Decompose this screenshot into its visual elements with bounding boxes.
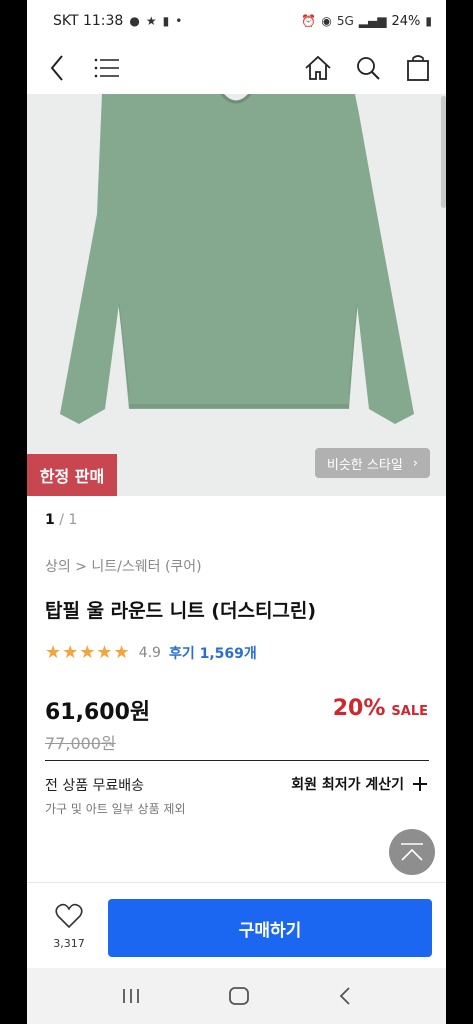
sweater-image xyxy=(27,94,446,496)
like-count: 3,317 xyxy=(53,937,85,950)
rating-value: 4.9 xyxy=(138,644,161,661)
shipping-title: 전 상품 무료배송 xyxy=(45,778,145,794)
home-nav-icon[interactable] xyxy=(228,986,250,1006)
rating-stars-icon: ★★★★★ xyxy=(45,642,131,663)
sale-label: SALE xyxy=(391,704,428,719)
pager-separator: / xyxy=(54,512,69,528)
dot-icon: • xyxy=(175,14,183,28)
scroll-top-button[interactable] xyxy=(389,829,435,875)
pager-current: 1 xyxy=(45,512,55,528)
app-bar xyxy=(27,42,446,94)
limited-sale-badge: 한정 판매 xyxy=(27,454,117,496)
member-price-calculator-button[interactable]: 회원 최저가 계산기 xyxy=(291,774,428,794)
system-navigation-bar xyxy=(27,968,446,1024)
alarm-icon: ⏰ xyxy=(301,14,317,28)
discount-badge: 20% SALE xyxy=(333,696,428,721)
battery-icon: ▮ xyxy=(425,14,432,28)
chevron-right-icon: › xyxy=(412,455,418,471)
buy-button[interactable]: 구매하기 xyxy=(108,899,432,957)
like-button[interactable]: 3,317 xyxy=(49,903,89,950)
location-icon: ◉ xyxy=(321,14,332,28)
status-bar: SKT 11:38 ● ★ ▮ • ⏰ ◉ 5G ▂▄▆ 24% ▮ xyxy=(27,0,446,42)
sale-price: 61,600원 xyxy=(45,700,151,725)
hamburger-menu-icon[interactable] xyxy=(91,52,123,84)
image-pager: 1 / 1 xyxy=(45,512,77,528)
heart-icon xyxy=(55,903,83,929)
similar-style-label: 비슷한 스타일 xyxy=(326,457,403,473)
back-chevron-icon[interactable] xyxy=(41,52,73,84)
shopping-bag-icon[interactable] xyxy=(402,52,434,84)
recent-apps-icon[interactable] xyxy=(121,987,141,1005)
network-label: 5G xyxy=(336,14,354,28)
pager-total: 1 xyxy=(68,512,78,528)
similar-style-button[interactable]: 비슷한 스타일 › xyxy=(314,448,430,478)
chat-icon: ● xyxy=(129,14,140,28)
discount-percent: 20% xyxy=(332,696,386,721)
rating-row: ★★★★★ 4.9 후기 1,569개 xyxy=(45,642,257,663)
product-title: 탑필 울 라운드 니트 (더스티그린) xyxy=(45,600,317,622)
shipping-note: 가구 및 아트 일부 상품 제외 xyxy=(45,802,186,816)
bottom-action-bar: 3,317 구매하기 xyxy=(27,882,446,968)
product-image[interactable]: 한정 판매 비슷한 스타일 › xyxy=(27,94,446,496)
scroll-top-icon xyxy=(401,843,423,861)
original-price: 77,000원 xyxy=(45,734,116,753)
carrier-time: SKT 11:38 xyxy=(53,13,124,29)
search-icon[interactable] xyxy=(352,52,384,84)
member-price-calculator-label: 회원 최저가 계산기 xyxy=(291,777,404,793)
back-nav-icon[interactable] xyxy=(338,986,352,1006)
app-screen: SKT 11:38 ● ★ ▮ • ⏰ ◉ 5G ▂▄▆ 24% ▮ 한정 판매… xyxy=(27,0,446,1024)
signal-icon: ▂▄▆ xyxy=(358,14,387,28)
mic-icon: ▮ xyxy=(162,14,170,28)
plus-icon xyxy=(413,777,427,791)
home-icon[interactable] xyxy=(302,52,334,84)
category-breadcrumb[interactable]: 상의 > 니트/스웨터 (쿠어) xyxy=(45,556,202,576)
divider xyxy=(45,760,429,761)
review-count-link[interactable]: 후기 1,569개 xyxy=(169,643,257,663)
star-icon: ★ xyxy=(145,14,157,28)
scrollbar[interactable] xyxy=(441,96,446,208)
battery-level: 24% xyxy=(391,13,421,29)
